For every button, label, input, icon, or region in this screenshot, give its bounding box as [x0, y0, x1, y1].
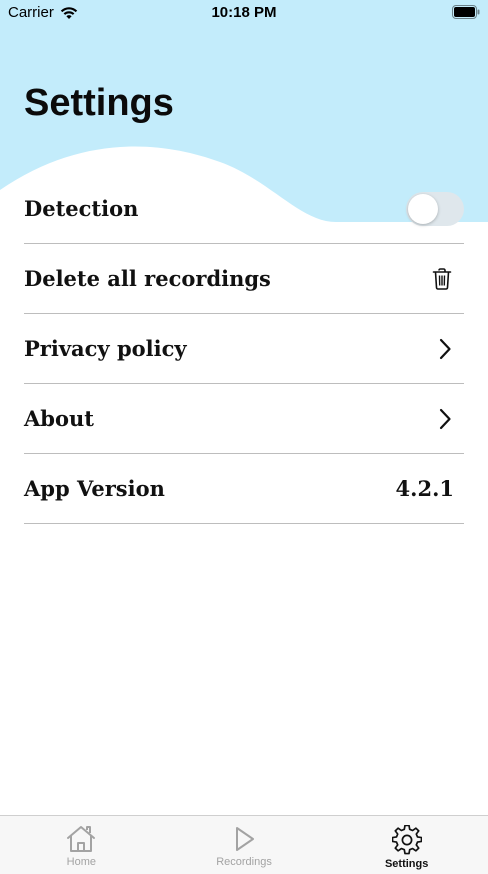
tab-home-label: Home [66, 856, 96, 868]
detection-toggle[interactable] [406, 191, 464, 226]
status-time: 10:18 PM [211, 4, 277, 21]
tab-recordings[interactable]: Recordings [163, 816, 326, 874]
tab-home[interactable]: Home [0, 816, 163, 874]
chevron-right-icon [438, 338, 452, 360]
delete-all-label: Delete all recordings [24, 266, 271, 291]
privacy-policy-row[interactable]: Privacy policy [24, 314, 464, 384]
delete-all-recordings-row[interactable]: Delete all recordings [24, 244, 464, 314]
gear-icon [391, 825, 422, 855]
page-title: Settings [24, 82, 174, 124]
battery-icon [452, 5, 480, 23]
tab-recordings-label: Recordings [216, 856, 272, 868]
play-icon [236, 827, 254, 851]
settings-list: Detection Delete all recordings Privacy … [24, 174, 464, 524]
about-label: About [24, 406, 94, 431]
status-bar: Carrier 10:18 PM [0, 0, 488, 28]
detection-label: Detection [24, 196, 139, 221]
toggle-knob [408, 193, 438, 224]
tab-settings-label: Settings [384, 858, 429, 870]
chevron-right-icon [438, 408, 452, 430]
app-version-row: App Version 4.2.1 [24, 454, 464, 524]
detection-row: Detection [24, 174, 464, 244]
about-row[interactable]: About [24, 384, 464, 454]
privacy-policy-label: Privacy policy [24, 336, 187, 361]
tab-bar: Home Recordings Settings [0, 815, 488, 874]
app-version-label: App Version [24, 476, 165, 501]
home-icon [67, 826, 96, 852]
trash-icon[interactable] [432, 267, 452, 290]
tab-settings[interactable]: Settings [325, 816, 488, 874]
app-version-value: 4.2.1 [395, 476, 454, 501]
